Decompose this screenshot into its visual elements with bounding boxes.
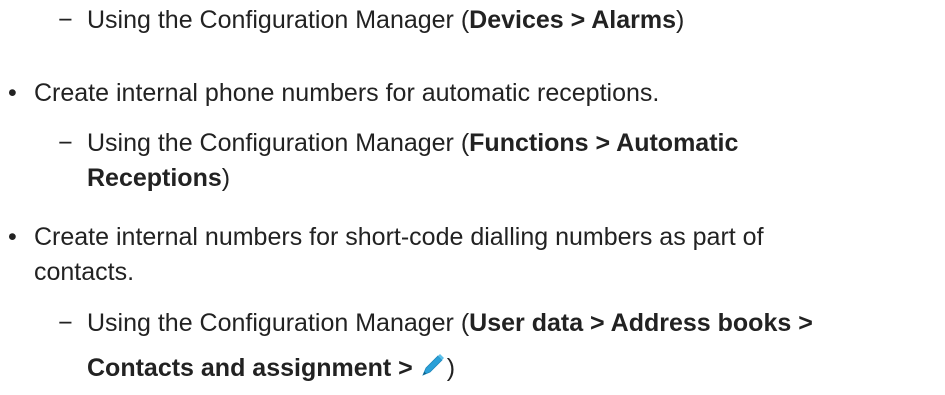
sub-item-address-books-line1: Using the Configuration Manager (User da… [87,308,813,338]
dash-marker: − [58,309,73,337]
list-item-short-code-line1: Create internal numbers for short-code d… [34,223,764,251]
bullet-marker: • [8,223,17,251]
sub-item-text: Using the Configuration Manager ( [87,6,470,34]
menu-path: Contacts and assignment > [87,354,413,382]
sub-item-functions-line2: Receptions) [87,163,230,193]
sub-item-address-books-line2: Contacts and assignment > ) [87,351,455,383]
list-item-automatic-receptions: Create internal phone numbers for automa… [34,79,660,107]
sub-item-text: Using the Configuration Manager ( [87,309,470,337]
dash-marker: − [58,129,73,157]
menu-path: Receptions [87,164,222,192]
pencil-icon [417,351,447,381]
sub-item-devices-alarms: Using the Configuration Manager (Devices… [87,5,684,35]
sub-item-functions-line1: Using the Configuration Manager (Functio… [87,128,738,158]
sub-item-text: Using the Configuration Manager ( [87,129,470,157]
sub-item-text-end: ) [446,354,456,382]
menu-path: Devices > Alarms [469,6,677,34]
list-item-short-code-line2: contacts. [34,258,135,286]
dash-marker: − [58,6,73,34]
sub-item-text-end: ) [676,6,685,34]
menu-path: Functions > Automatic [469,129,739,157]
document-page: − Using the Configuration Manager (Devic… [0,0,945,395]
pencil-body [422,355,443,376]
bullet-marker: • [8,79,17,107]
menu-path: User data > Address books > [469,309,813,337]
sub-item-text-end: ) [221,164,231,192]
